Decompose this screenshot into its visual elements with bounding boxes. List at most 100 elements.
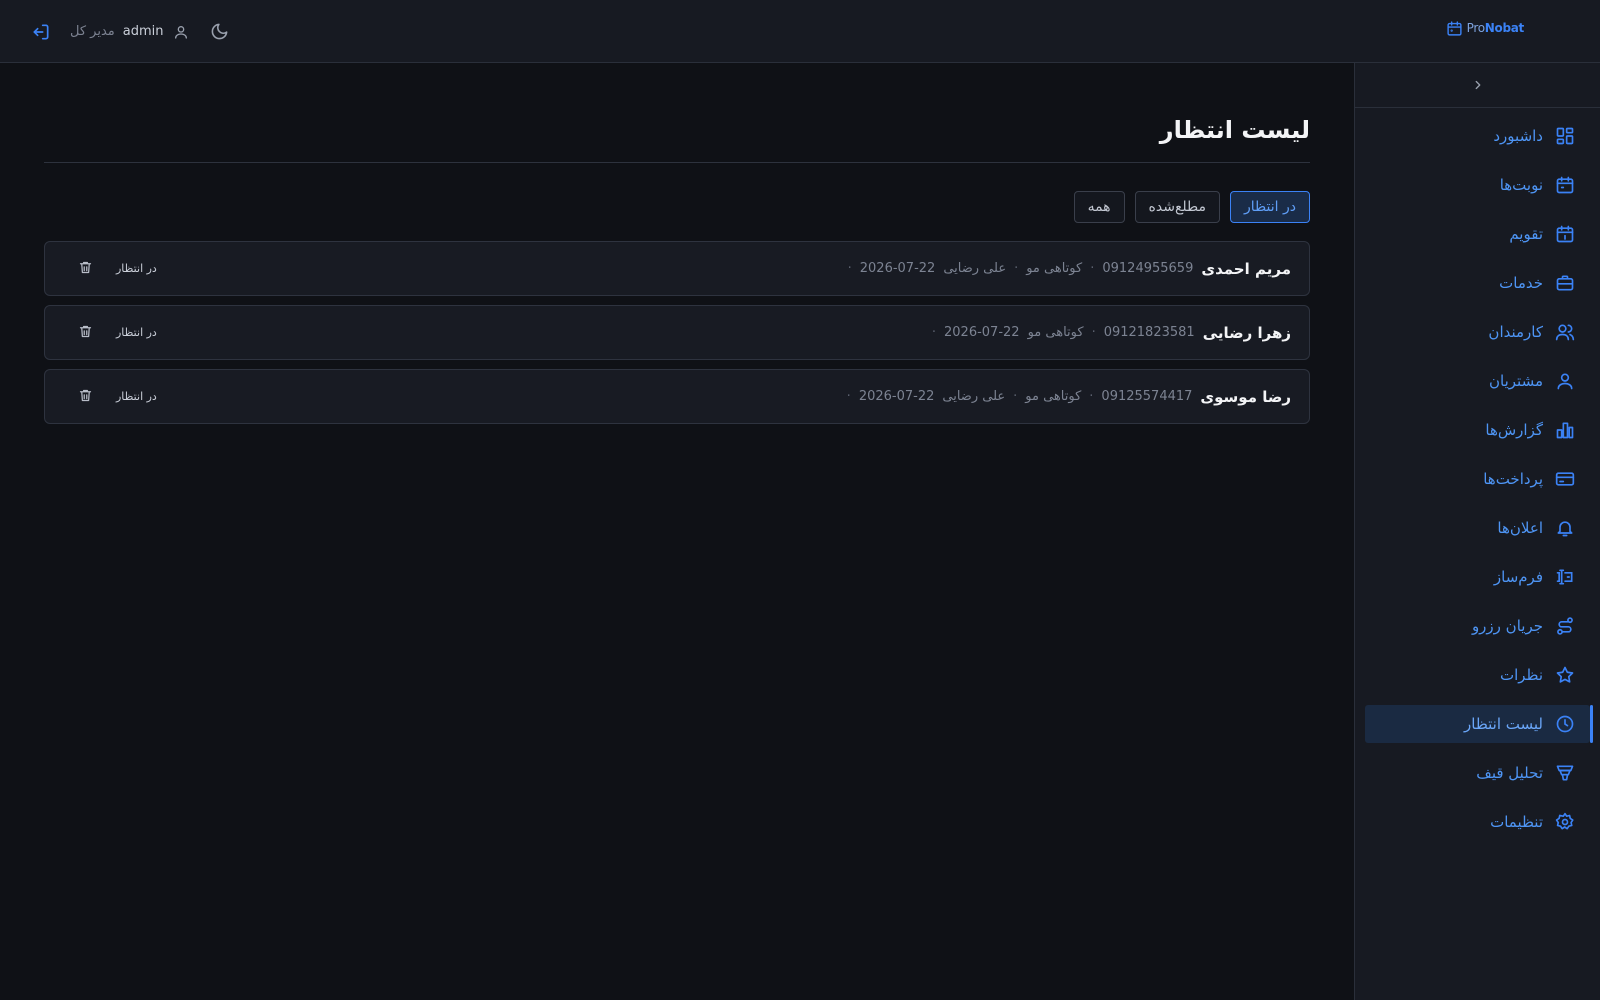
sidebar-item-label: اعلان‌ها: [1497, 519, 1543, 537]
sidebar-item-label: جریان رزرو: [1471, 617, 1543, 635]
staff-name: علی رضایی: [942, 389, 1006, 404]
users-icon: [1555, 322, 1575, 342]
brand-name: ProNobat: [1466, 21, 1525, 35]
clock-icon: [1555, 714, 1575, 734]
trash-icon[interactable]: [78, 324, 94, 340]
bell-icon: [1555, 518, 1575, 538]
sidebar-item-reports[interactable]: گزارش‌ها: [1365, 411, 1590, 449]
sidebar-item-label: تنظیمات: [1490, 813, 1543, 831]
sidebar-nav: داشبورد نوبت‌ها تقویم خدمات کارمندان مشت…: [1355, 108, 1600, 841]
logout-icon[interactable]: [30, 21, 52, 43]
briefcase-icon: [1555, 273, 1575, 293]
sidebar-item-label: خدمات: [1499, 274, 1543, 292]
separator-dot: ·: [931, 325, 936, 340]
user-role: مدیر کل: [70, 24, 115, 39]
staff-name: علی رضایی: [943, 261, 1007, 276]
sidebar-item-label: پرداخت‌ها: [1483, 470, 1543, 488]
sidebar-item-label: داشبورد: [1493, 127, 1543, 145]
user-icon: [1555, 371, 1575, 391]
divider: [44, 162, 1310, 163]
customer-phone: 09125574417: [1101, 389, 1193, 404]
separator-dot: ·: [1090, 261, 1095, 276]
customer-name: زهرا رضایی: [1202, 323, 1291, 342]
sidebar-collapse-button[interactable]: [1355, 63, 1600, 108]
separator-dot: ·: [846, 389, 851, 404]
service-name: کوتاهی مو: [1027, 325, 1084, 340]
service-name: کوتاهی مو: [1025, 389, 1082, 404]
sidebar-item-services[interactable]: خدمات: [1365, 264, 1590, 302]
status-label: در انتظار: [116, 326, 157, 339]
sidebar-item-settings[interactable]: تنظیمات: [1365, 803, 1590, 841]
sidebar-item-reviews[interactable]: نظرات: [1365, 656, 1590, 694]
user-icon: [173, 24, 189, 40]
sidebar-item-label: تحلیل قیف: [1476, 764, 1543, 782]
sidebar-item-customers[interactable]: مشتریان: [1365, 362, 1590, 400]
separator-dot: ·: [1014, 261, 1019, 276]
sidebar-item-label: نظرات: [1499, 666, 1543, 684]
list-item: مریم احمدی 09124955659 · کوتاهی مو · علی…: [44, 241, 1310, 296]
gear-icon: [1555, 812, 1575, 832]
separator-dot: ·: [1013, 389, 1018, 404]
entry-info: زهرا رضایی 09121823581 · کوتاهی مو 2026-…: [932, 306, 1291, 359]
sidebar-item-calendar[interactable]: تقویم: [1365, 215, 1590, 253]
sidebar-item-booking-flow[interactable]: جریان رزرو: [1365, 607, 1590, 645]
calendar-icon: [1555, 175, 1575, 195]
chevron-right-icon: [1475, 80, 1480, 90]
dashboard-icon: [1555, 126, 1575, 146]
sidebar-item-label: لیست انتظار: [1464, 715, 1543, 733]
workflow-icon: [1555, 616, 1575, 636]
customer-name: مریم احمدی: [1201, 259, 1291, 278]
sidebar-item-waitlist[interactable]: لیست انتظار: [1365, 705, 1593, 743]
trash-icon[interactable]: [78, 388, 94, 404]
status-label: در انتظار: [116, 390, 157, 403]
sidebar-item-appointments[interactable]: نوبت‌ها: [1365, 166, 1590, 204]
customer-phone: 09124955659: [1102, 261, 1194, 276]
username: admin: [122, 24, 164, 39]
tab-all[interactable]: همه: [1073, 191, 1125, 223]
list-item: رضا موسوی 09125574417 · کوتاهی مو · علی …: [44, 369, 1310, 424]
trash-icon[interactable]: [78, 260, 94, 276]
customer-phone: 09121823581: [1103, 325, 1195, 340]
sidebar-item-dashboard[interactable]: داشبورد: [1365, 117, 1590, 155]
calendar-logo-icon: [1447, 20, 1462, 36]
entry-info: مریم احمدی 09124955659 · کوتاهی مو · علی…: [848, 242, 1291, 295]
service-name: کوتاهی مو: [1026, 261, 1083, 276]
sidebar-item-form-builder[interactable]: فرم‌ساز: [1365, 558, 1590, 596]
status-label: در انتظار: [116, 262, 157, 275]
separator-dot: ·: [1089, 389, 1094, 404]
sidebar-item-funnel-analysis[interactable]: تحلیل قیف: [1365, 754, 1590, 792]
sidebar-item-label: فرم‌ساز: [1493, 568, 1543, 586]
theme-toggle-moon-icon[interactable]: [209, 22, 229, 42]
star-icon: [1555, 665, 1575, 685]
sidebar: داشبورد نوبت‌ها تقویم خدمات کارمندان مشت…: [1354, 63, 1600, 1000]
funnel-icon: [1555, 763, 1575, 783]
tab-waiting[interactable]: در انتظار: [1230, 191, 1310, 223]
preferred-date: 2026-07-22: [944, 325, 1020, 340]
customer-name: رضا موسوی: [1200, 387, 1291, 406]
sidebar-item-label: نوبت‌ها: [1499, 176, 1543, 194]
form-builder-icon: [1555, 567, 1575, 587]
top-bar: مدیر کل admin ProNobat: [0, 0, 1600, 63]
preferred-date: 2026-07-22: [859, 261, 936, 276]
sidebar-item-label: کارمندان: [1488, 323, 1543, 341]
sidebar-item-notifications[interactable]: اعلان‌ها: [1365, 509, 1590, 547]
filter-tabs: در انتظار مطلع‌شده همه: [1073, 191, 1310, 223]
sidebar-item-payments[interactable]: پرداخت‌ها: [1365, 460, 1590, 498]
page-title: لیست انتظار: [1159, 116, 1310, 144]
sidebar-item-label: تقویم: [1509, 225, 1543, 243]
preferred-date: 2026-07-22: [858, 389, 935, 404]
bar-chart-icon: [1555, 420, 1575, 440]
entry-info: رضا موسوی 09125574417 · کوتاهی مو · علی …: [847, 370, 1291, 423]
calendar-day-icon: [1555, 224, 1575, 244]
tab-notified[interactable]: مطلع‌شده: [1134, 191, 1221, 223]
credit-card-icon: [1555, 469, 1575, 489]
sidebar-item-label: گزارش‌ها: [1485, 421, 1543, 439]
list-item: زهرا رضایی 09121823581 · کوتاهی مو 2026-…: [44, 305, 1310, 360]
sidebar-item-label: مشتریان: [1489, 372, 1543, 390]
separator-dot: ·: [847, 261, 852, 276]
sidebar-item-staff[interactable]: کارمندان: [1365, 313, 1590, 351]
waitlist: مریم احمدی 09124955659 · کوتاهی مو · علی…: [44, 241, 1310, 433]
brand-logo[interactable]: ProNobat: [1446, 18, 1524, 38]
user-controls: مدیر کل admin: [30, 0, 229, 63]
separator-dot: ·: [1091, 325, 1096, 340]
